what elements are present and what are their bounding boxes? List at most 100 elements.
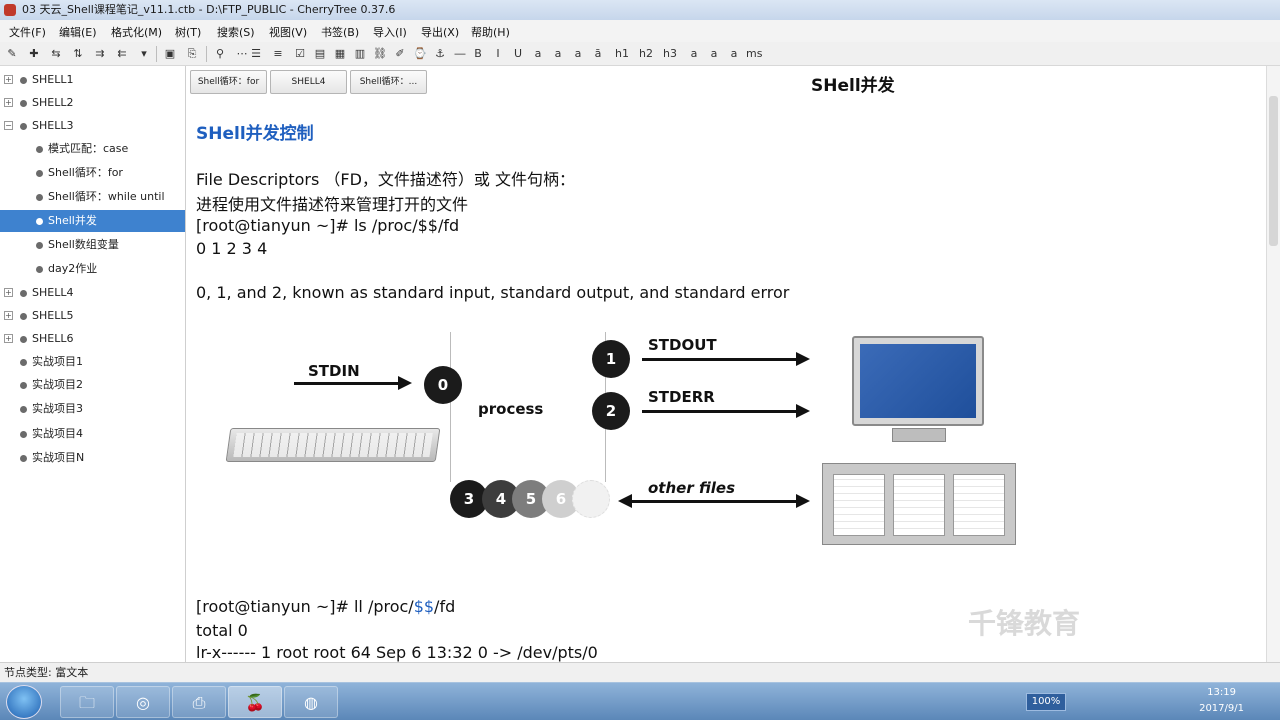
- plus-icon[interactable]: +: [4, 75, 13, 84]
- small-text-icon[interactable]: a: [686, 46, 702, 62]
- printer-icon[interactable]: ⎙: [172, 686, 226, 718]
- collapse-icon[interactable]: ⇇: [114, 46, 130, 62]
- timestamp-icon[interactable]: ⌚: [412, 46, 428, 62]
- menu-bookmarks[interactable]: 书签(B): [318, 23, 362, 41]
- tree-item-shell-concurrency[interactable]: Shell并发: [0, 210, 185, 232]
- node-bullet-icon: [20, 382, 27, 389]
- other-files-label: other files: [648, 479, 735, 497]
- tree-item-shell5[interactable]: + SHELL5: [0, 305, 185, 327]
- table-icon[interactable]: ▦: [332, 46, 348, 62]
- tab-shell-loop[interactable]: Shell循环：...: [350, 70, 427, 94]
- tree-item-label: SHELL4: [32, 286, 74, 299]
- tree-item-project3[interactable]: 实战项目3: [0, 398, 185, 420]
- tab-shell4[interactable]: SHELL4: [270, 70, 347, 94]
- tree-item-projectn[interactable]: 实战项目N: [0, 447, 185, 469]
- tree-item-label: 模式匹配：case: [48, 142, 129, 155]
- strikethrough-icon[interactable]: ā: [590, 46, 606, 62]
- superscript-icon[interactable]: a: [706, 46, 722, 62]
- cherrytree-taskbar-icon[interactable]: 🍒: [228, 686, 282, 718]
- save-icon[interactable]: ▣: [162, 46, 178, 62]
- rich-text-editor[interactable]: Shell循环：for SHELL4 Shell循环：... SHell并发 S…: [186, 66, 1280, 662]
- monospace-icon[interactable]: ms: [746, 46, 762, 62]
- tree-item-label: Shell循环：while until: [48, 190, 165, 203]
- tree-item-day2[interactable]: day2作业: [0, 258, 185, 280]
- bulleted-list-icon[interactable]: ☰: [248, 46, 264, 62]
- h3-icon[interactable]: h3: [662, 46, 678, 62]
- codebox-icon[interactable]: ▥: [352, 46, 368, 62]
- scrollbar-thumb[interactable]: [1269, 96, 1278, 246]
- plus-icon[interactable]: +: [4, 311, 13, 320]
- tree-nav-icon[interactable]: ⇆: [48, 46, 64, 62]
- todo-list-icon[interactable]: ☑: [292, 46, 308, 62]
- start-button[interactable]: [6, 685, 42, 719]
- node-bullet-icon: [36, 194, 43, 201]
- browser-icon[interactable]: ◎: [116, 686, 170, 718]
- tree-item-label: 实战项目3: [32, 402, 83, 415]
- horizontal-rule-icon[interactable]: ―: [452, 46, 468, 62]
- tree-item-shell6[interactable]: + SHELL6: [0, 328, 185, 350]
- tree-item-shell3[interactable]: − SHELL3: [0, 115, 185, 137]
- tree-item-project4[interactable]: 实战项目4: [0, 423, 185, 445]
- move-node-icon[interactable]: ⇅: [70, 46, 86, 62]
- draw-icon[interactable]: ✐: [392, 46, 408, 62]
- minus-icon[interactable]: −: [4, 121, 13, 130]
- menu-view[interactable]: 视图(V): [266, 23, 310, 41]
- dropdown-icon[interactable]: ▾: [136, 46, 152, 62]
- menu-search[interactable]: 搜索(S): [214, 23, 258, 41]
- text-a-icon[interactable]: a: [570, 46, 586, 62]
- globe-icon[interactable]: ◍: [284, 686, 338, 718]
- menu-format[interactable]: 格式化(M): [108, 23, 165, 41]
- underline-icon[interactable]: U: [510, 46, 526, 62]
- node-bullet-icon: [20, 336, 27, 343]
- subscript-icon[interactable]: a: [726, 46, 742, 62]
- tab-shell-for[interactable]: Shell循环：for: [190, 70, 267, 94]
- menu-export[interactable]: 导出(X): [418, 23, 462, 41]
- file-descriptor-diagram: STDIN 0 process 1 STDOUT 2 STDERR 3 4 5 …: [224, 328, 1024, 548]
- node-bullet-icon: [36, 170, 43, 177]
- plus-icon[interactable]: +: [4, 98, 13, 107]
- tree-item-project2[interactable]: 实战项目2: [0, 374, 185, 396]
- anchor-icon[interactable]: ⚓: [432, 46, 448, 62]
- node-bullet-icon: [36, 146, 43, 153]
- export-icon[interactable]: ⎘: [184, 46, 200, 62]
- tree-item-shell1[interactable]: + SHELL1: [0, 69, 185, 91]
- tree-item-shell4[interactable]: + SHELL4: [0, 282, 185, 304]
- numbered-list-icon[interactable]: ≡: [270, 46, 286, 62]
- vertical-scrollbar[interactable]: [1266, 66, 1280, 662]
- taskbar: 🗀 ◎ ⎙ 🍒 ◍ 100% 13:19 2017/9/1: [0, 682, 1280, 720]
- link-icon[interactable]: ⛓: [372, 46, 388, 62]
- image-icon[interactable]: ▤: [312, 46, 328, 62]
- expand-icon[interactable]: ⇉: [92, 46, 108, 62]
- tree-item-case[interactable]: 模式匹配：case: [0, 138, 185, 160]
- bold-icon[interactable]: B: [470, 46, 486, 62]
- tree-item-array[interactable]: Shell数组变量: [0, 234, 185, 256]
- node-bullet-icon: [20, 123, 27, 130]
- plus-icon[interactable]: +: [4, 288, 13, 297]
- window-title: 03 天云_Shell课程笔记_v11.1.ctb - D:\FTP_PUBLI…: [22, 3, 396, 16]
- tree-item-shell2[interactable]: + SHELL2: [0, 92, 185, 114]
- document-icon: [953, 474, 1005, 536]
- plus-icon[interactable]: +: [4, 334, 13, 343]
- node-bullet-icon: [36, 242, 43, 249]
- menu-bar: 文件(F) 编辑(E) 格式化(M) 树(T) 搜索(S) 视图(V) 书签(B…: [0, 20, 1280, 42]
- h2-icon[interactable]: h2: [638, 46, 654, 62]
- menu-file[interactable]: 文件(F): [6, 23, 49, 41]
- add-subnode-icon[interactable]: ✚: [26, 46, 42, 62]
- tree-item-label: 实战项目N: [32, 451, 85, 464]
- tree-item-while-until[interactable]: Shell循环：while until: [0, 186, 185, 208]
- menu-edit[interactable]: 编辑(E): [56, 23, 100, 41]
- search-icon[interactable]: ⚲: [212, 46, 228, 62]
- menu-tree[interactable]: 树(T): [172, 23, 204, 41]
- text-a-icon[interactable]: a: [550, 46, 566, 62]
- fd-circle-0: 0: [424, 366, 462, 404]
- menu-help[interactable]: 帮助(H): [468, 23, 513, 41]
- tree-item-for[interactable]: Shell循环：for: [0, 162, 185, 184]
- command-ll: [root@tianyun ~]# ll /proc/$$/fd: [196, 597, 455, 616]
- tree-item-project1[interactable]: 实战项目1: [0, 351, 185, 373]
- folder-icon[interactable]: 🗀: [60, 686, 114, 718]
- menu-import[interactable]: 导入(I): [370, 23, 410, 41]
- add-node-icon[interactable]: ✎: [4, 46, 20, 62]
- italic-icon[interactable]: I: [490, 46, 506, 62]
- h1-icon[interactable]: h1: [614, 46, 630, 62]
- text-a-icon[interactable]: a: [530, 46, 546, 62]
